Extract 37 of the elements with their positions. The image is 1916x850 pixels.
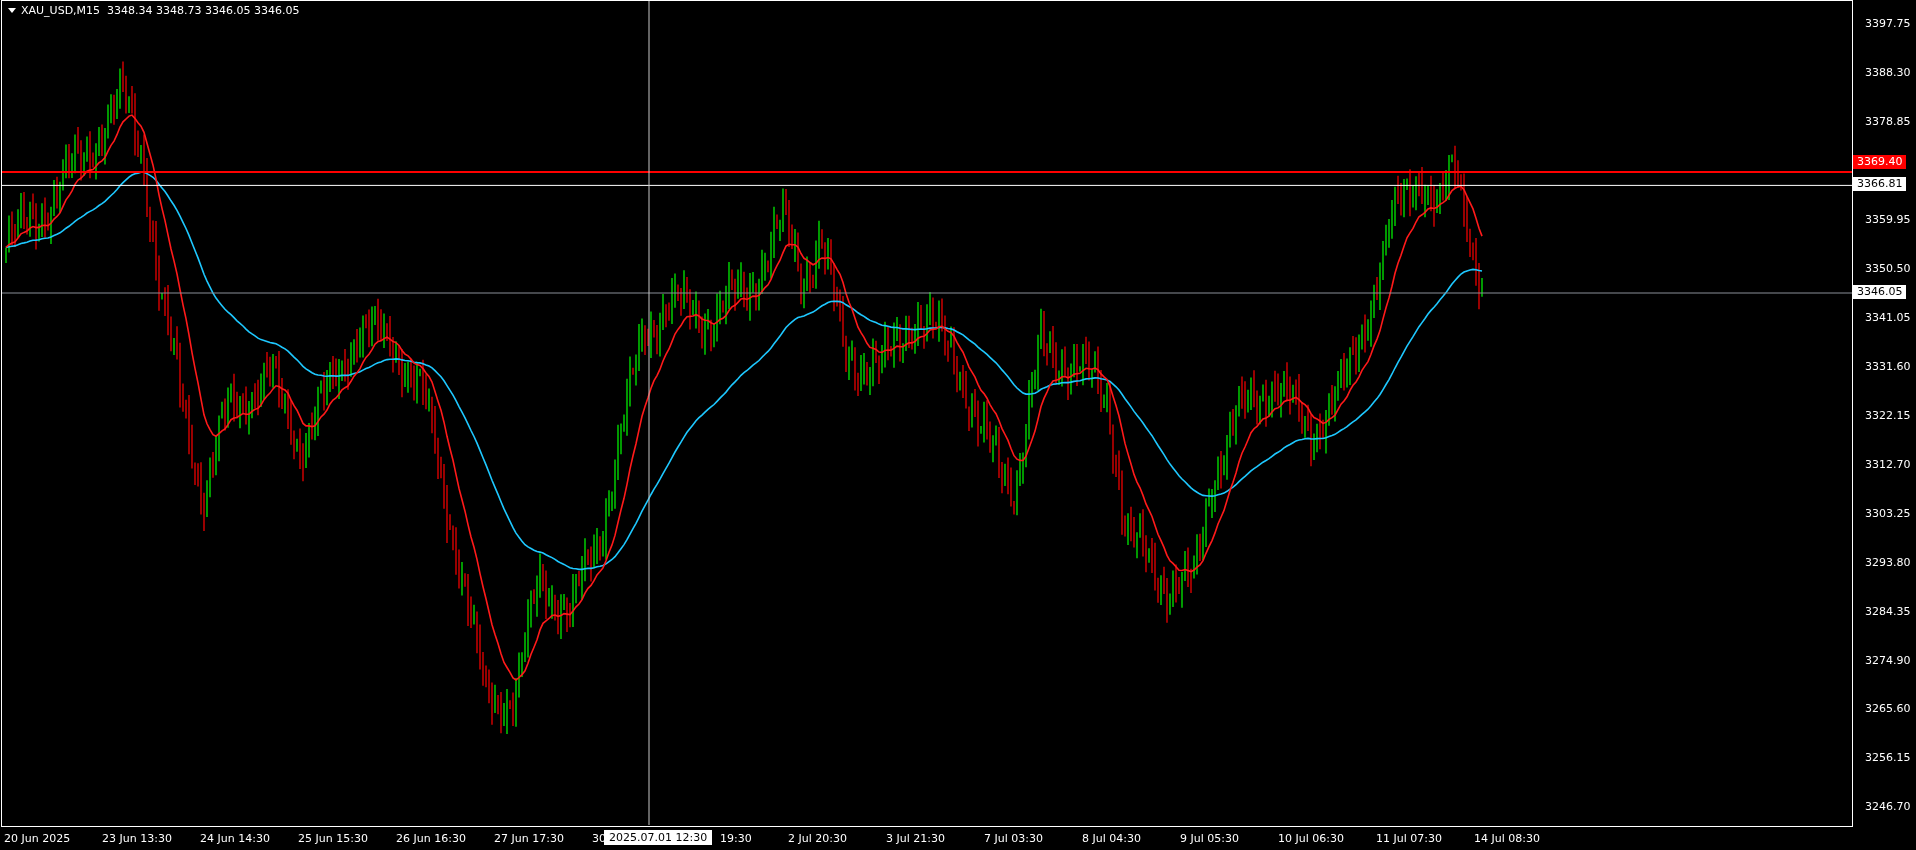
symbol-quote-text: XAU_USD,M15 3348.34 3348.73 3346.05 3346.05 <box>21 4 300 17</box>
price-axis-label: 3274.90 <box>1865 653 1911 667</box>
time-axis-label: 26 Jun 16:30 <box>396 832 466 845</box>
time-axis-label: 20 Jun 2025 <box>4 832 71 845</box>
price-axis-label: 3388.30 <box>1865 66 1911 79</box>
price-axis-label: 3265.60 <box>1865 702 1911 716</box>
time-axis-label: 23 Jun 13:30 <box>102 832 172 845</box>
crosshair-time-label: 2025.07.01 12:30 <box>604 830 713 845</box>
time-axis-label: 27 Jun 17:30 <box>494 832 564 845</box>
price-axis-label: 3322.15 <box>1865 408 1911 422</box>
price-axis-label: 3303.25 <box>1865 506 1911 520</box>
price-axis-label: 3284.35 <box>1865 604 1911 618</box>
price-axis-label: 3293.80 <box>1865 555 1911 569</box>
price-axis-label: 3397.75 <box>1865 17 1911 30</box>
dropdown-triangle-icon[interactable] <box>8 8 16 13</box>
time-axis-label: 25 Jun 15:30 <box>298 832 368 845</box>
price-axis-label: 3350.50 <box>1865 261 1911 275</box>
time-axis-label: 9 Jul 05:30 <box>1180 832 1239 845</box>
price-label: 3369.40 <box>1853 154 1906 169</box>
time-axis-label: 2 Jul 20:30 <box>788 832 847 845</box>
time-axis-label: 24 Jun 14:30 <box>200 832 270 845</box>
time-axis-label: 19:30 <box>720 832 752 845</box>
time-axis-label: 7 Jul 03:30 <box>984 832 1043 845</box>
time-axis-label: 11 Jul 07:30 <box>1376 832 1442 845</box>
time-axis-label: 10 Jul 06:30 <box>1278 832 1344 845</box>
price-axis-label: 3378.85 <box>1865 114 1911 128</box>
time-axis-label: 8 Jul 04:30 <box>1082 832 1141 845</box>
price-label: 3346.05 <box>1853 285 1906 299</box>
price-axis-label: 3246.70 <box>1865 800 1911 814</box>
price-axis-label: 3341.05 <box>1865 310 1911 324</box>
time-axis-label: 14 Jul 08:30 <box>1474 832 1540 845</box>
price-axis-label: 3359.95 <box>1865 212 1911 226</box>
price-axis-label: 3312.70 <box>1865 457 1911 471</box>
price-axis-label: 3331.60 <box>1865 359 1911 373</box>
price-axis-label: 3256.15 <box>1865 751 1911 765</box>
time-axis-label: 3 Jul 21:30 <box>886 832 945 845</box>
price-label: 3366.81 <box>1853 177 1906 192</box>
